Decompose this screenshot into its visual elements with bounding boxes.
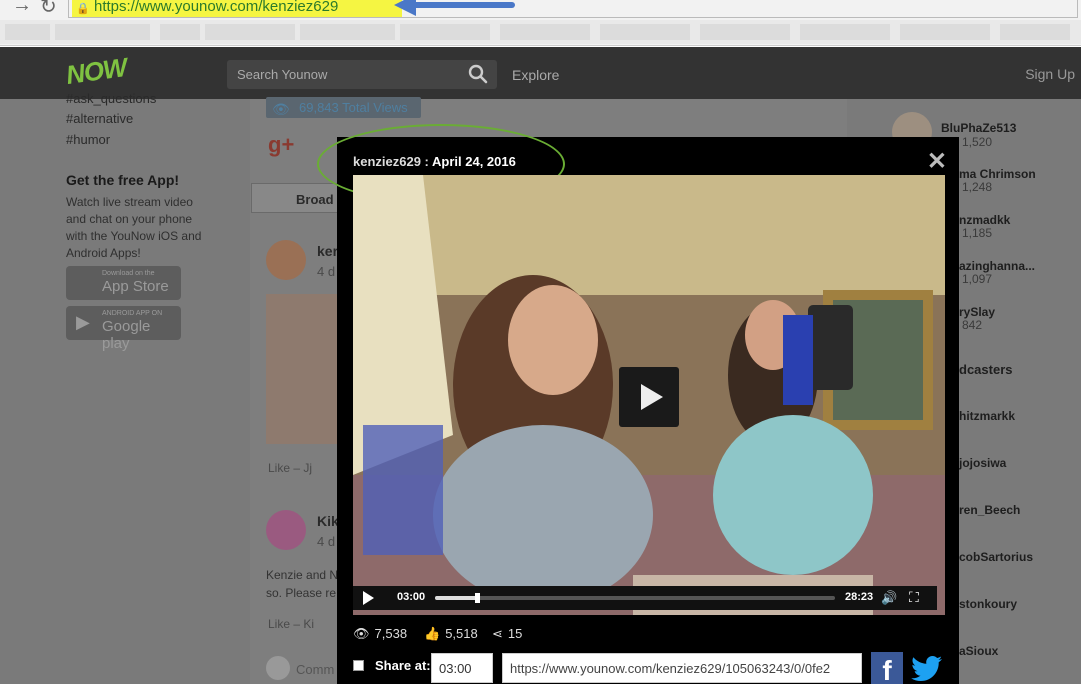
like-button[interactable]: Like – Ki: [268, 617, 314, 631]
play-icon[interactable]: [363, 591, 374, 605]
top-fan-name[interactable]: azinghanna...: [959, 259, 1035, 273]
top-fan-name[interactable]: rySlay: [959, 305, 995, 319]
hashtag-link[interactable]: #ask_questions: [66, 91, 156, 106]
close-icon[interactable]: ✕: [927, 147, 947, 176]
avatar[interactable]: [266, 510, 306, 550]
explore-link[interactable]: Explore: [512, 67, 559, 83]
views-count: 7,538: [374, 626, 408, 641]
share-at-label: Share at:: [375, 658, 431, 673]
signup-link[interactable]: Sign Up: [1025, 66, 1075, 82]
eye-icon: 👁: [353, 626, 370, 641]
thumbs-up-icon: 👍: [424, 626, 441, 641]
post-author[interactable]: Kik: [317, 513, 339, 529]
top-fan-count: 1,097: [962, 272, 993, 286]
top-fan-name[interactable]: ma Chrimson: [959, 167, 1036, 181]
google-play-label: Google play: [102, 318, 151, 352]
google-play-small-label: ANDROID APP ON: [102, 310, 163, 317]
progress-fill: [435, 596, 478, 600]
twitter-icon[interactable]: [911, 654, 943, 684]
top-fan-count: 1,185: [962, 226, 993, 240]
shares-count: 15: [507, 626, 523, 641]
forward-icon[interactable]: →: [12, 0, 32, 17]
app-store-small-label: Download on the: [102, 270, 155, 277]
google-plus-icon[interactable]: g+: [268, 132, 294, 158]
share-icon: ⋖: [492, 626, 503, 641]
post-text-line: Kenzie and N: [266, 568, 339, 582]
app-store-label: App Store: [102, 278, 169, 295]
broadcaster-name[interactable]: stonkoury: [959, 597, 1017, 611]
progress-bar[interactable]: [435, 593, 835, 603]
shares-stat[interactable]: ⋖ 15: [492, 626, 522, 642]
progress-handle[interactable]: [475, 593, 481, 603]
getapp-title: Get the free App!: [66, 172, 180, 188]
post-author[interactable]: ker: [317, 243, 338, 259]
share-url-input[interactable]: https://www.younow.com/kenziez629/105063…: [502, 653, 862, 683]
post-image[interactable]: [266, 294, 342, 444]
site-header: NOW Search Younow Explore Sign Up: [0, 47, 1081, 99]
volume-icon[interactable]: 🔊: [881, 590, 897, 606]
share-at-checkbox[interactable]: [353, 660, 364, 671]
search-placeholder: Search Younow: [237, 67, 328, 82]
post-text: Kenzie and N so. Please re: [266, 566, 338, 602]
avatar: [266, 656, 290, 680]
video-date: April 24, 2016: [432, 154, 516, 169]
current-time: 03:00: [397, 591, 426, 603]
video-title: kenziez629 : April 24, 2016: [353, 154, 516, 169]
broadcaster-name[interactable]: hitzmarkk: [959, 409, 1015, 423]
tab-broadcasts-label: Broad: [296, 192, 334, 207]
google-play-button[interactable]: ▶ ANDROID APP ON Google play: [66, 306, 181, 352]
post-time: 4 d: [317, 264, 336, 279]
getapp-description: Watch live stream video and chat on your…: [66, 195, 202, 260]
lock-icon: 🔒: [76, 3, 90, 15]
browser-toolbar: → ↻ 🔒 https://www.younow.com/kenziez629: [0, 0, 1081, 46]
search-icon[interactable]: [467, 63, 489, 85]
video-modal: kenziez629 : April 24, 2016 ✕ 03:00 28:2…: [317, 124, 959, 684]
big-play-button[interactable]: [619, 367, 679, 427]
reload-icon[interactable]: ↻: [40, 0, 57, 19]
broadcaster-name[interactable]: cobSartorius: [959, 550, 1033, 564]
views-stat: 👁 7,538: [353, 626, 407, 642]
post-time: 4 d: [317, 534, 336, 549]
app-store-button[interactable]: Download on the App Store: [66, 266, 181, 300]
fullscreen-icon[interactable]: ⛶: [909, 589, 919, 606]
video-player[interactable]: [353, 175, 945, 615]
share-row: Share at: 03:00 https://www.younow.com/k…: [353, 652, 953, 684]
top-fan-name[interactable]: nzmadkk: [959, 213, 1010, 227]
post-text-line: so. Please re: [266, 586, 337, 600]
search-input[interactable]: Search Younow: [227, 60, 497, 89]
total-views: 69,843 Total Views: [299, 100, 408, 115]
likes-count: 5,518: [445, 626, 478, 641]
bookmarks-bar: [0, 20, 1081, 44]
video-username[interactable]: kenziez629: [353, 154, 421, 169]
avatar[interactable]: [266, 240, 306, 280]
hashtag-link[interactable]: #humor: [66, 132, 110, 147]
likes-stat[interactable]: 👍 5,518: [424, 626, 478, 642]
top-fan-count: 1,248: [962, 180, 993, 194]
broadcaster-name[interactable]: jojosiwa: [959, 456, 1006, 470]
broadcasters-heading: dcasters: [959, 362, 1013, 377]
top-fan-name[interactable]: BluPhaZe513: [941, 121, 1016, 135]
hashtag-link[interactable]: #alternative: [66, 111, 133, 126]
url-text[interactable]: https://www.younow.com/kenziez629: [94, 0, 338, 15]
broadcaster-name[interactable]: aSioux: [959, 644, 998, 658]
top-fan-count: 1,520: [962, 135, 993, 149]
video-controls: 03:00 28:23 🔊 ⛶: [353, 586, 937, 610]
play-store-icon: ▶: [76, 312, 90, 332]
share-time-input[interactable]: 03:00: [431, 653, 493, 683]
eye-icon: 👁: [272, 101, 290, 117]
duration: 28:23: [845, 591, 874, 603]
facebook-icon[interactable]: f: [871, 652, 903, 684]
like-button[interactable]: Like – Jj: [268, 461, 312, 475]
title-separator: :: [420, 154, 433, 169]
broadcaster-name[interactable]: ren_Beech: [959, 503, 1020, 517]
play-icon: [641, 384, 663, 410]
top-fan-count: 842: [962, 318, 983, 332]
comment-input[interactable]: Comm: [296, 662, 334, 677]
younow-logo[interactable]: NOW: [64, 52, 128, 91]
